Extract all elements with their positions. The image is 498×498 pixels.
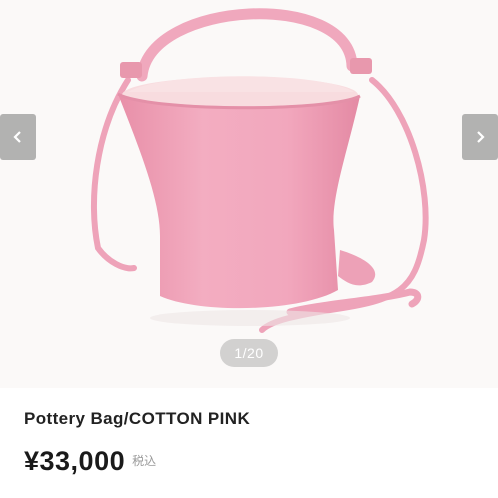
next-image-button[interactable] xyxy=(462,114,498,160)
image-counter: 1/20 xyxy=(220,339,278,367)
image-gallery[interactable]: 1/20 xyxy=(0,0,498,388)
chevron-right-icon xyxy=(477,131,485,143)
tax-included-label: 税込 xyxy=(132,454,157,468)
price-row: ¥33,000 税込 xyxy=(24,444,156,478)
product-title: Pottery Bag/COTTON PINK xyxy=(24,409,251,428)
product-image xyxy=(90,8,429,333)
product-price: ¥33,000 xyxy=(24,446,126,476)
chevron-left-icon xyxy=(13,131,21,143)
previous-image-button[interactable] xyxy=(0,114,36,160)
